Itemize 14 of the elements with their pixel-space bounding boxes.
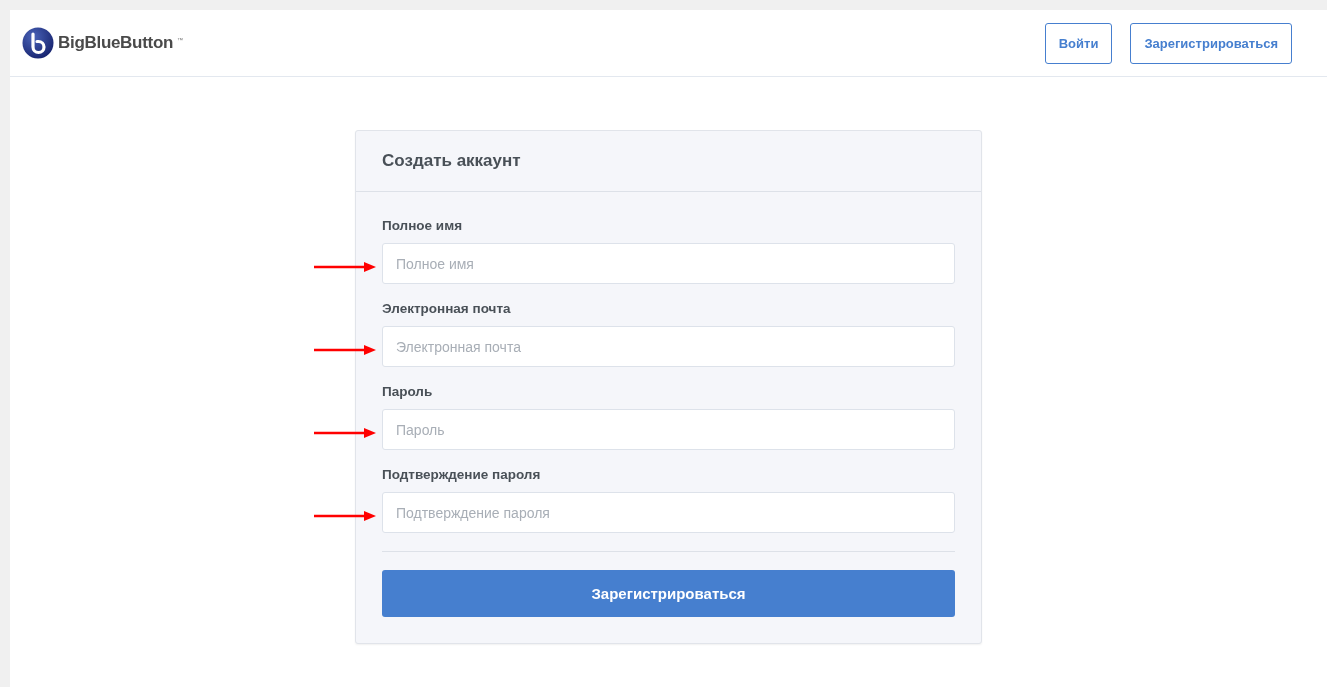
input-field[interactable]: Подтверждение пароля xyxy=(382,492,955,533)
logo-icon xyxy=(22,27,54,59)
field-label: Подтверждение пароля xyxy=(382,467,542,482)
register-submit-button[interactable]: Зарегистрироваться xyxy=(382,570,955,617)
brand-name: BigBlueButton xyxy=(58,33,174,53)
field-label: Пароль xyxy=(382,384,434,399)
login-button[interactable]: Войти xyxy=(1044,22,1113,64)
input-field[interactable]: Полное имя xyxy=(382,243,955,284)
card-title: Создать аккаунт xyxy=(382,151,521,171)
field-label: Полное имя xyxy=(382,218,463,233)
register-button[interactable]: Зарегистрироваться xyxy=(1130,22,1292,64)
input-field[interactable]: Пароль xyxy=(382,409,955,450)
input-field[interactable]: Электронная почта xyxy=(382,326,955,367)
field-label: Электронная почта xyxy=(382,301,512,316)
